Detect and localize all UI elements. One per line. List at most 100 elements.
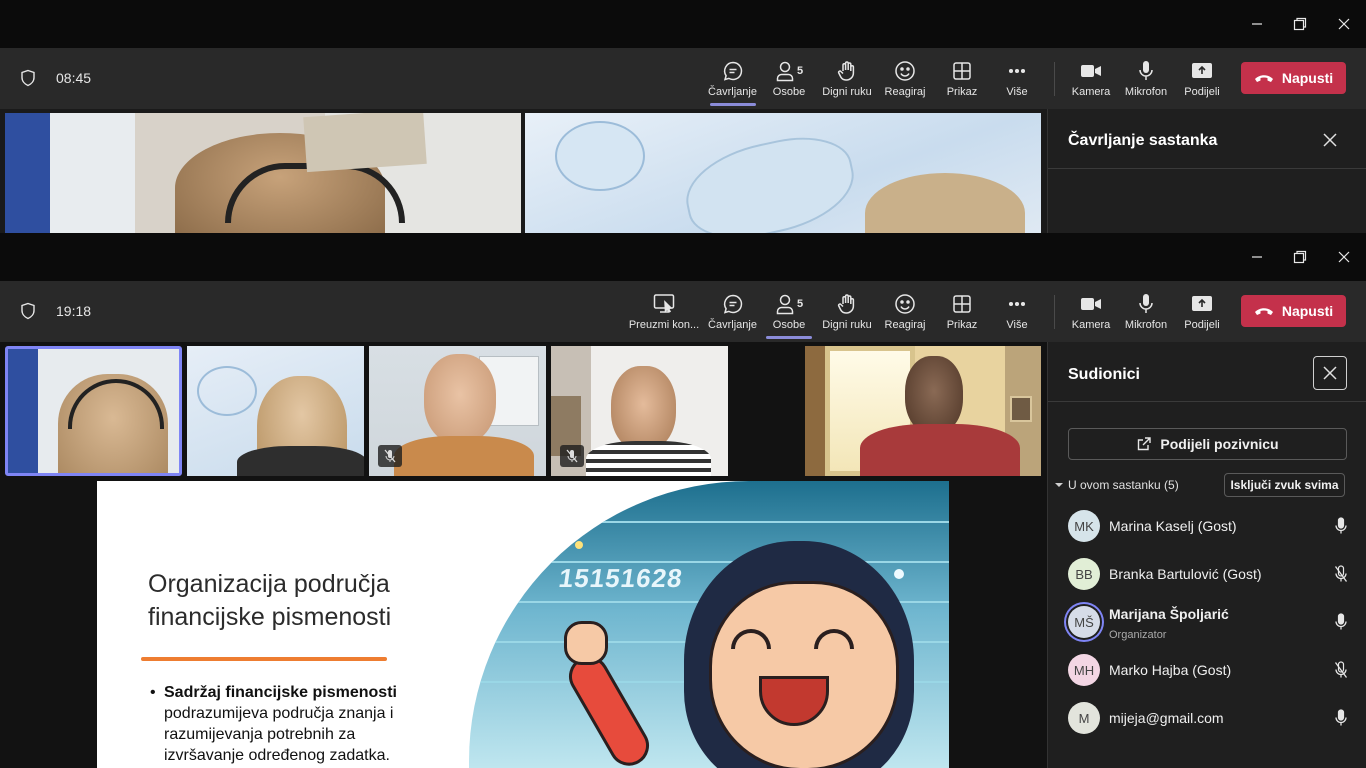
participant-video-person [865, 173, 1025, 233]
raise-hand-button[interactable]: Digni ruku [819, 48, 875, 109]
slide-title-line: Organizacija područja [148, 570, 390, 598]
react-button[interactable]: Reagiraj [882, 281, 928, 342]
microphone-icon [1139, 294, 1153, 313]
slide-illustration: 15151628 [469, 481, 949, 768]
microphone-off-icon [384, 449, 396, 463]
microphone-off-icon [566, 449, 578, 463]
participant-clothing [586, 441, 711, 476]
participant-row[interactable]: MK Marina Kaselj (Gost) [1068, 502, 1348, 550]
in-meeting-section-toggle[interactable]: U ovom sastanku (5) [1054, 478, 1179, 492]
view-button[interactable]: Prikaz [939, 281, 985, 342]
slide-title: Organizacija područja financijske pismen… [148, 568, 391, 634]
bullet-dot: • [150, 684, 156, 701]
bullet-text-line: razumijevanja potrebnih za [164, 726, 356, 743]
camera-icon [1081, 298, 1101, 310]
chat-button[interactable]: Čavrljanje [705, 48, 760, 109]
share-link-icon [1138, 437, 1152, 451]
raise-hand-label: Digni ruku [822, 319, 872, 331]
participant-row[interactable]: Mmijeja@gmail.com [1068, 694, 1348, 742]
share-button[interactable]: Podijeli [1179, 281, 1225, 342]
panel-divider [1048, 168, 1366, 169]
mute-all-label: Isključi zvuk svima [1230, 478, 1339, 492]
share-invite-button[interactable]: Podijeli pozivnicu [1068, 428, 1347, 460]
more-button[interactable]: Više [994, 48, 1040, 109]
participant-clothing [394, 436, 534, 476]
video-tile[interactable] [805, 346, 1041, 476]
restore-icon[interactable] [1277, 233, 1323, 281]
shield-icon [21, 69, 35, 87]
close-panel-button[interactable] [1313, 123, 1347, 157]
mute-all-button[interactable]: Isključi zvuk svima [1224, 473, 1345, 497]
leave-label: Napusti [1281, 70, 1334, 86]
participant-clothing [237, 446, 364, 476]
more-icon [1008, 301, 1026, 307]
close-panel-button[interactable] [1313, 356, 1347, 390]
participant-name: Marina Kaselj (Gost) [1109, 518, 1237, 534]
video-stage [0, 109, 1047, 233]
background-water-drop [677, 126, 863, 233]
camera-button[interactable]: Kamera [1068, 48, 1114, 109]
people-count: 5 [796, 298, 804, 310]
microphone-icon[interactable] [1334, 613, 1348, 631]
video-tile[interactable] [369, 346, 546, 476]
take-control-button[interactable]: Preuzmi kon... [626, 281, 702, 342]
chat-label: Čavrljanje [708, 319, 757, 331]
raise-hand-button[interactable]: Digni ruku [819, 281, 875, 342]
video-tile[interactable] [551, 346, 728, 476]
chevron-down-icon [1055, 483, 1063, 487]
participant-name: mijeja@gmail.com [1109, 710, 1224, 726]
title-bar [0, 0, 1366, 48]
bullet-text-line: podrazumijeva područja znanja i [164, 705, 394, 722]
react-button[interactable]: Reagiraj [882, 48, 928, 109]
raise-hand-label: Digni ruku [822, 86, 872, 98]
chat-icon [723, 294, 742, 314]
restore-icon[interactable] [1277, 0, 1323, 48]
illustration-numbers: 15151628 [556, 563, 685, 593]
leave-button[interactable]: Napusti [1241, 295, 1346, 327]
share-button[interactable]: Podijeli [1179, 48, 1225, 109]
illustration-star [575, 541, 583, 549]
video-tile[interactable] [187, 346, 364, 476]
more-button[interactable]: Više [994, 281, 1040, 342]
participant-row[interactable]: BB Branka Bartulović (Gost) [1068, 550, 1348, 598]
close-icon [1323, 366, 1337, 380]
microphone-off-icon[interactable] [1334, 661, 1348, 679]
camera-button[interactable]: Kamera [1068, 281, 1114, 342]
participant-row[interactable]: MH Marko Hajba (Gost) [1068, 646, 1348, 694]
muted-indicator [560, 445, 584, 467]
close-window-icon[interactable] [1321, 0, 1366, 48]
emoji-icon [895, 61, 915, 81]
layout-icon [953, 62, 971, 80]
microphone-button[interactable]: Mikrofon [1123, 281, 1169, 342]
take-control-icon [653, 294, 675, 314]
background-water-drop [555, 121, 645, 191]
minimize-icon[interactable] [1234, 0, 1280, 48]
people-label: Osobe [772, 86, 806, 98]
camera-label: Kamera [1071, 86, 1111, 98]
microphone-off-icon[interactable] [1334, 565, 1348, 583]
chat-button[interactable]: Čavrljanje [705, 281, 760, 342]
video-tile [525, 113, 1041, 233]
minimize-icon[interactable] [1234, 233, 1280, 281]
share-label: Podijeli [1184, 86, 1220, 98]
camera-icon [1081, 65, 1101, 77]
close-window-icon[interactable] [1321, 233, 1366, 281]
people-icon [776, 61, 794, 82]
share-invite-label: Podijeli pozivnicu [1160, 436, 1279, 452]
view-button[interactable]: Prikaz [939, 48, 985, 109]
microphone-button[interactable]: Mikrofon [1123, 48, 1169, 109]
people-button[interactable]: 5 Osobe [766, 281, 812, 342]
participant-row[interactable]: MŠ Marijana Špoljarić Organizator [1068, 598, 1348, 646]
panel-title: Čavrljanje sastanka [1068, 132, 1218, 149]
leave-button[interactable]: Napusti [1241, 62, 1346, 94]
microphone-icon[interactable] [1334, 517, 1348, 535]
wall-picture [1010, 396, 1032, 422]
microphone-icon [1139, 61, 1153, 80]
video-tile-self[interactable] [5, 346, 182, 476]
people-button[interactable]: 5 Osobe [766, 48, 812, 109]
headset-shape [225, 163, 405, 223]
panel-divider [1048, 401, 1366, 402]
chart-lines [469, 521, 949, 523]
microphone-icon[interactable] [1334, 709, 1348, 727]
character-face [709, 581, 899, 768]
